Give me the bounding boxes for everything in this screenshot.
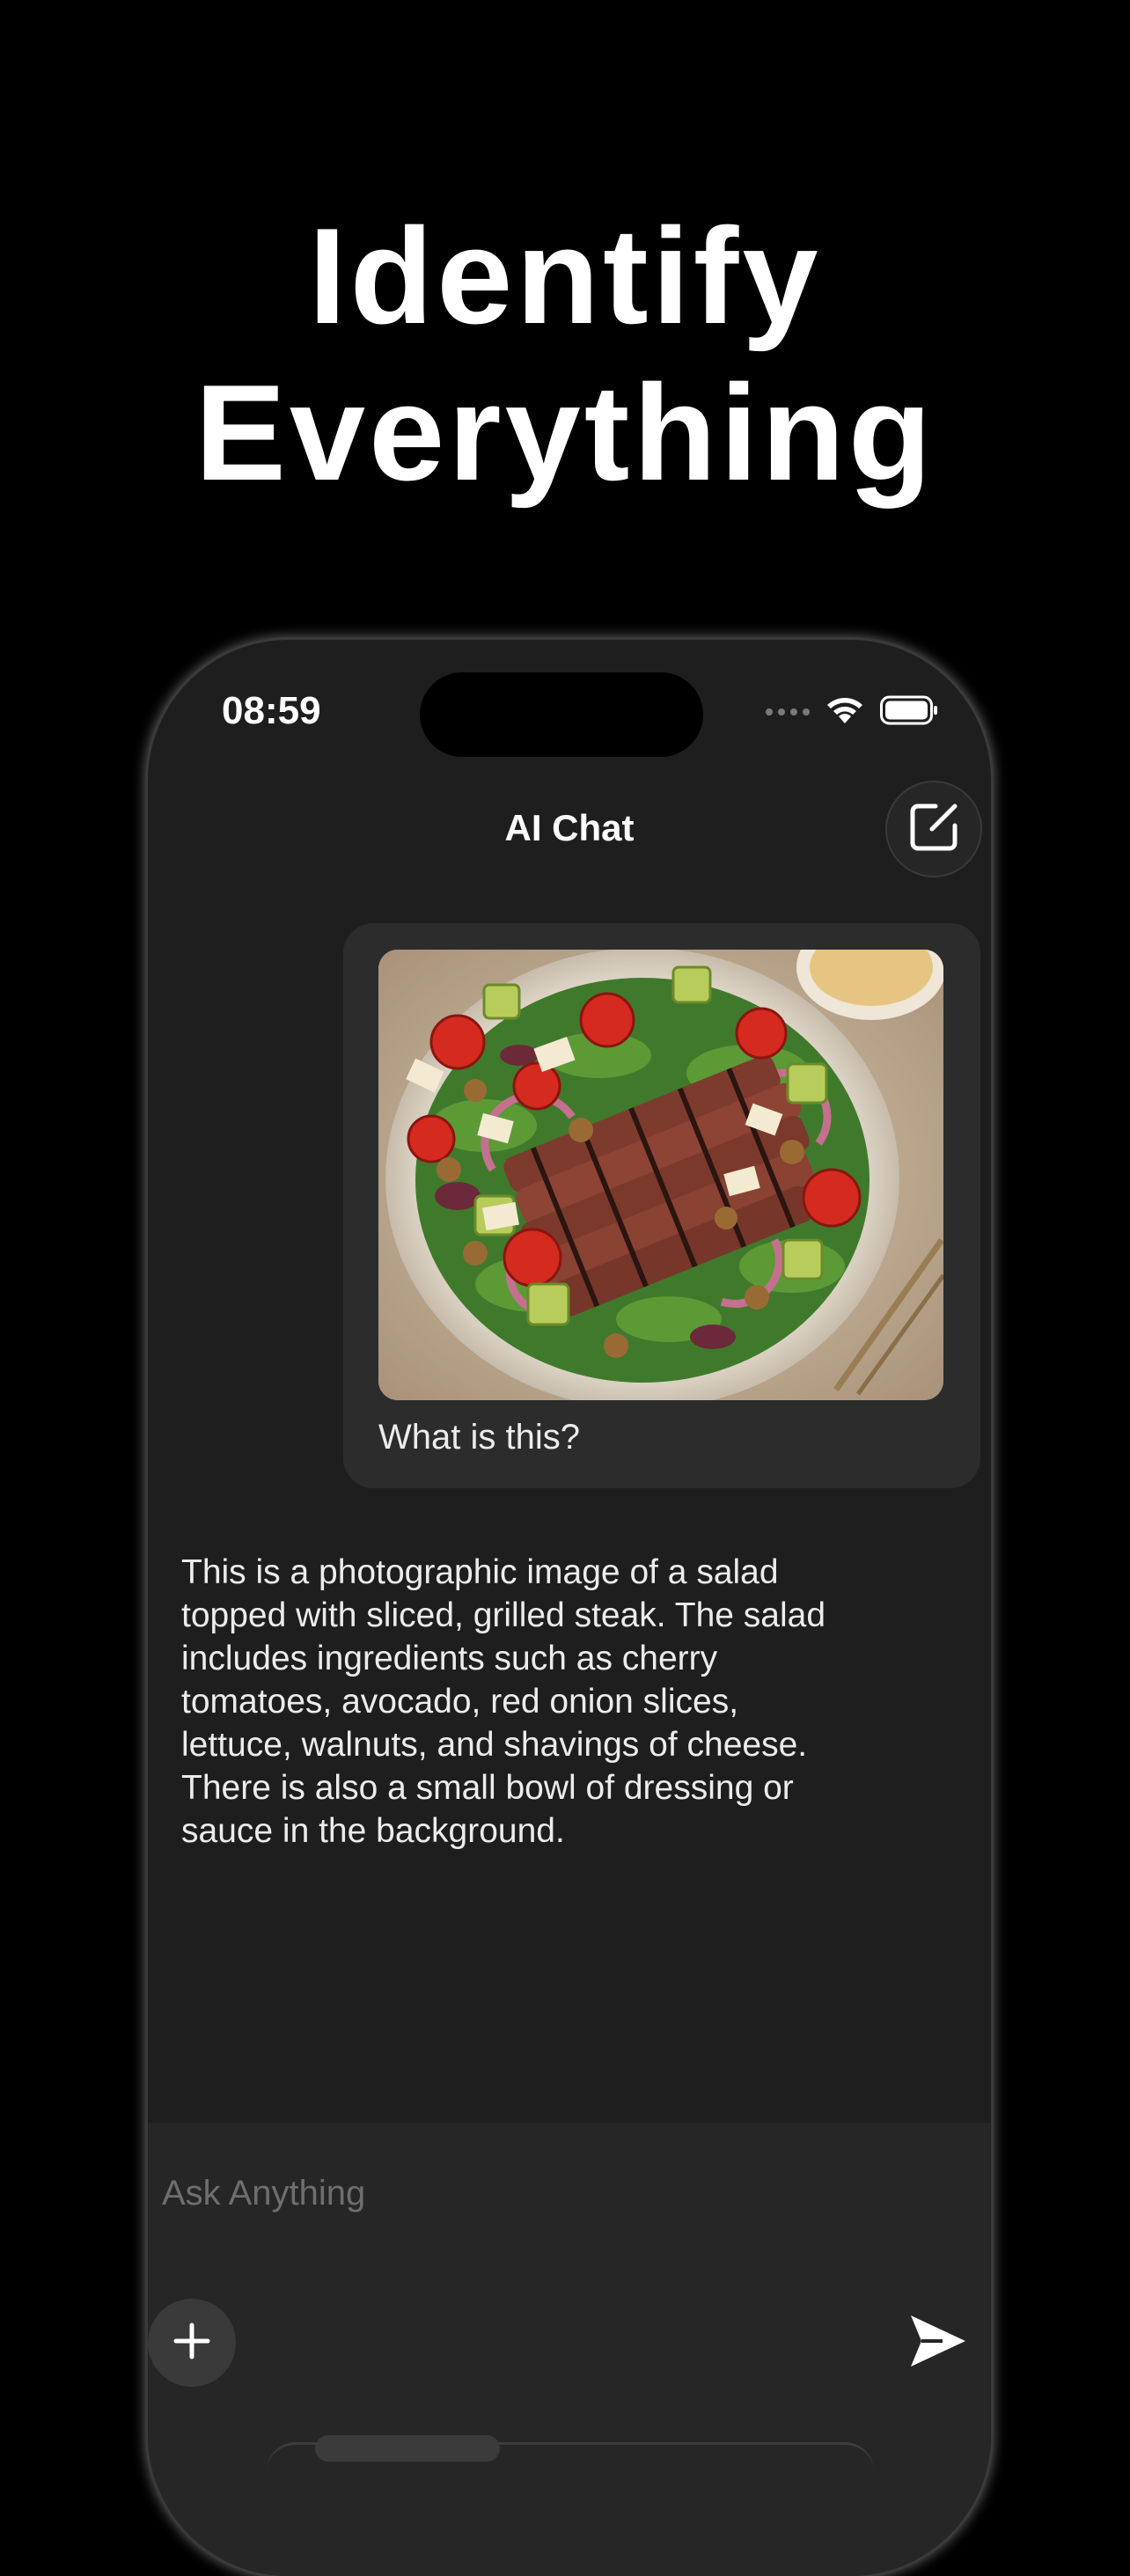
headline: Identify Everything	[0, 198, 1130, 511]
status-icons	[766, 694, 938, 730]
wifi-icon	[825, 695, 864, 730]
user-message-text: What is this?	[378, 1418, 580, 1457]
salad-steak-photo[interactable]	[378, 950, 943, 1400]
headline-line-2: Everything	[194, 356, 936, 509]
send-icon	[907, 2312, 969, 2374]
phone-frame: 08:59 AI Chat What is this? This is a ph…	[148, 640, 991, 2576]
battery-icon	[880, 695, 938, 730]
home-indicator	[315, 2435, 500, 2462]
compose-icon	[906, 799, 962, 860]
signal-icon	[766, 708, 810, 716]
status-time: 08:59	[222, 689, 321, 732]
dynamic-island	[420, 672, 703, 757]
plus-icon	[172, 2322, 211, 2365]
send-button[interactable]	[903, 2308, 973, 2378]
composer: Ask Anything	[148, 2123, 991, 2576]
assistant-message-text: This is a photographic image of a salad …	[181, 1553, 826, 1850]
page-title: AI Chat	[504, 807, 635, 848]
attach-button[interactable]	[148, 2299, 236, 2387]
new-chat-button[interactable]	[885, 781, 982, 877]
message-input[interactable]: Ask Anything	[162, 2174, 365, 2213]
user-message-bubble: What is this?	[343, 923, 980, 1488]
headline-line-1: Identify	[308, 200, 822, 352]
